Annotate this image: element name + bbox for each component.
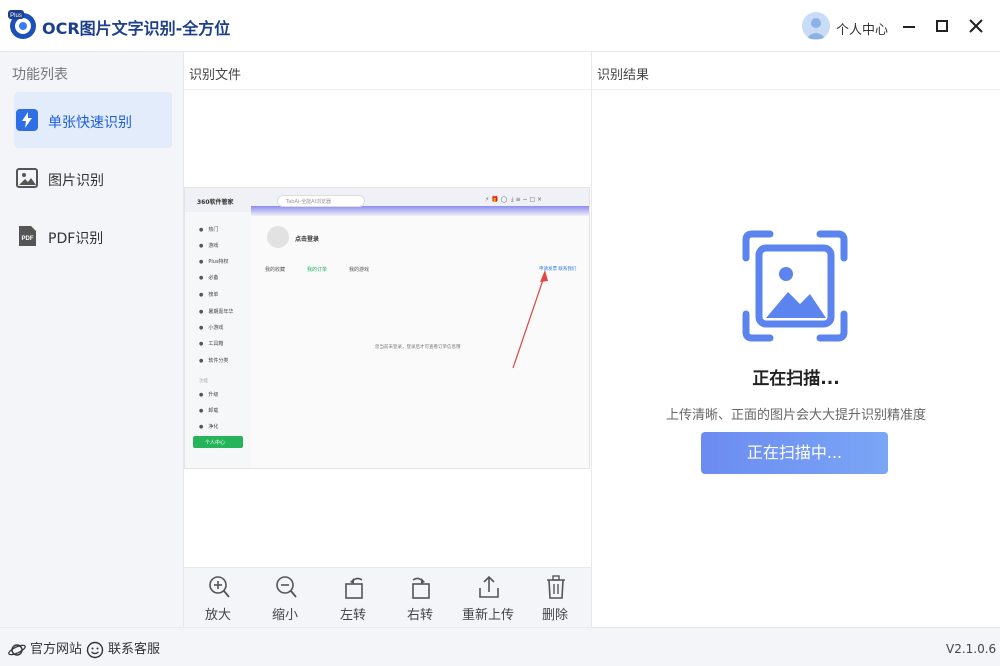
close-icon[interactable] [966, 16, 986, 36]
zoom-in-icon [209, 576, 230, 598]
file-panel-title: 识别文件 [184, 52, 591, 90]
customer-service-label: 联系客服 [108, 642, 161, 657]
trash-icon [547, 575, 565, 599]
title-bar: Plus OCR图片文字识别-全方位 个人中心 [0, 0, 1000, 52]
file-preview-area: 360软件管家 TabAi-全能AI浏览器 ⚡ 🎁 ◯ ⤓ ≡ − □ × 热门… [184, 90, 591, 567]
sidebar-item-label: 单张快速识别 [48, 115, 132, 131]
minimize-icon[interactable] [899, 16, 919, 36]
lightning-icon [16, 109, 38, 131]
rotate-right-button[interactable]: 右转 [389, 574, 451, 624]
delete-button[interactable]: 删除 [524, 574, 586, 624]
pdf-file-icon: PDF [19, 226, 36, 246]
sidebar-item-single-quick[interactable]: 单张快速识别 [14, 92, 172, 148]
scan-image-icon [742, 230, 848, 342]
svg-text:PDF: PDF [22, 236, 34, 242]
official-website-label: 官方网站 [30, 642, 83, 657]
smile-face-icon [86, 641, 104, 658]
scan-hint-text: 上传清晰、正面的图片会大大提升识别精准度 [665, 408, 926, 423]
red-arrow-annotation [512, 270, 548, 369]
app-title: OCR图片文字识别-全方位 [42, 19, 231, 38]
image-toolbar: 放大 缩小 左转 右转 重新上传 删除 [184, 567, 591, 627]
sidebar-item-label: 图片识别 [48, 173, 104, 189]
uploaded-image-preview[interactable]: 360软件管家 TabAi-全能AI浏览器 ⚡ 🎁 ◯ ⤓ ≡ − □ × 热门… [184, 187, 590, 469]
sidebar: 功能列表 单张快速识别 图片识别 PDF PDF识别 [0, 52, 184, 627]
sidebar-item-pdf-ocr[interactable]: PDF PDF识别 [14, 208, 172, 264]
sidebar-item-label: PDF识别 [48, 231, 104, 247]
user-center-link[interactable]: 个人中心 [836, 19, 888, 38]
result-panel-title: 识别结果 [592, 52, 1000, 90]
rotate-left-icon [345, 577, 363, 599]
rotate-right-icon [412, 577, 430, 599]
zoom-in-button[interactable]: 放大 [187, 574, 249, 624]
user-avatar[interactable] [802, 12, 830, 40]
footer: 官方网站 联系客服 V2.1.0.6 [0, 627, 1000, 666]
zoom-out-icon [276, 576, 297, 598]
user-avatar-icon [806, 18, 826, 39]
maximize-icon[interactable] [932, 16, 952, 36]
app-logo-icon: Plus [8, 10, 36, 39]
sidebar-title: 功能列表 [12, 67, 68, 83]
sidebar-item-image-ocr[interactable]: 图片识别 [14, 150, 172, 206]
zoom-out-button[interactable]: 缩小 [254, 574, 316, 624]
planet-icon [8, 643, 26, 656]
image-icon [16, 168, 38, 188]
upload-icon [479, 575, 499, 598]
logo-badge-text: Plus [10, 13, 22, 19]
version-label: V2.1.0.6 [946, 642, 997, 656]
customer-service-link[interactable]: 联系客服 [86, 638, 160, 659]
result-area: 正在扫描... 上传清晰、正面的图片会大大提升识别精准度 正在扫描中... [592, 90, 1000, 627]
reupload-button[interactable]: 重新上传 [457, 574, 519, 624]
rotate-left-button[interactable]: 左转 [322, 574, 384, 624]
official-website-link[interactable]: 官方网站 [8, 638, 82, 659]
scanning-button[interactable]: 正在扫描中... [701, 432, 888, 474]
scan-status-title: 正在扫描... [752, 369, 840, 389]
